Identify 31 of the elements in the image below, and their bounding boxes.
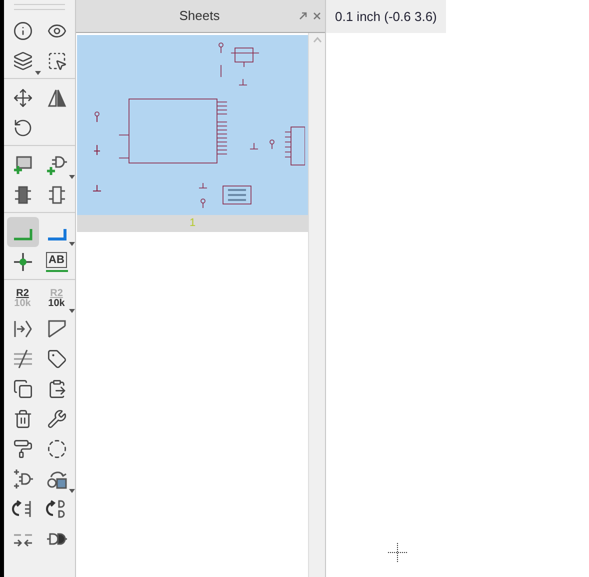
grid-coordinates: 0.1 inch (-0.6 3.6) [326, 0, 446, 33]
swap-gates-icon [46, 498, 68, 520]
rotate-icon [12, 118, 32, 138]
paste-icon [46, 379, 66, 399]
wrench-icon [46, 409, 66, 429]
split-lines-icon [12, 348, 34, 370]
info-icon [12, 21, 32, 41]
mirror-icon [46, 87, 68, 109]
copy-icon [12, 379, 32, 399]
tool-button[interactable]: R2 10k [40, 284, 72, 314]
line-icon [46, 318, 68, 340]
undock-icon[interactable] [299, 12, 307, 20]
sheet-number: 1 [189, 216, 196, 232]
dotted-circle-icon [46, 439, 66, 459]
selection-icon [46, 51, 66, 71]
layers-icon [12, 51, 32, 71]
swap-pins-icon [12, 498, 34, 520]
close-icon[interactable] [313, 12, 321, 20]
arrow-bracket-icon [12, 318, 34, 340]
crosshair-cursor-icon [388, 543, 407, 562]
add-gate-icon [46, 154, 68, 176]
junction-icon [12, 251, 34, 273]
tool-button[interactable]: R2 10k [6, 284, 38, 314]
trash-icon [12, 409, 32, 429]
tool-button[interactable]: AB [40, 247, 72, 277]
tag-icon [46, 349, 66, 369]
add-part-icon [12, 154, 34, 176]
gate-plus-icon [12, 468, 34, 490]
paint-roller-icon [12, 439, 32, 459]
panel-title: Sheets [178, 7, 221, 26]
move-icon [12, 88, 32, 108]
